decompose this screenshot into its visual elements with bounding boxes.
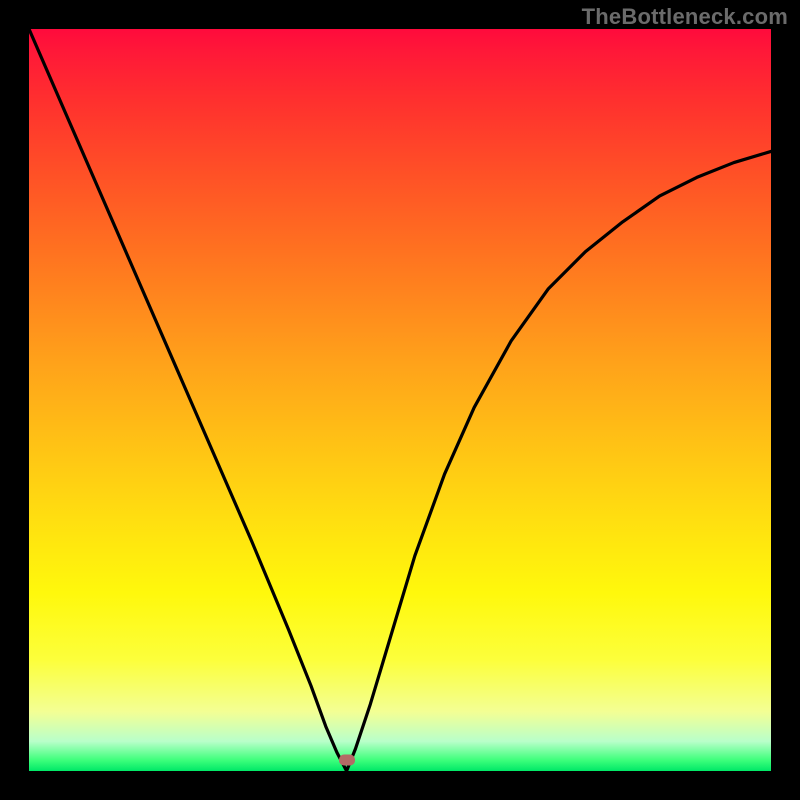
- watermark-text: TheBottleneck.com: [582, 4, 788, 30]
- plot-area: [29, 29, 771, 771]
- chart-frame: TheBottleneck.com: [0, 0, 800, 800]
- optimal-point-marker: [339, 754, 355, 765]
- bottleneck-curve: [29, 29, 771, 771]
